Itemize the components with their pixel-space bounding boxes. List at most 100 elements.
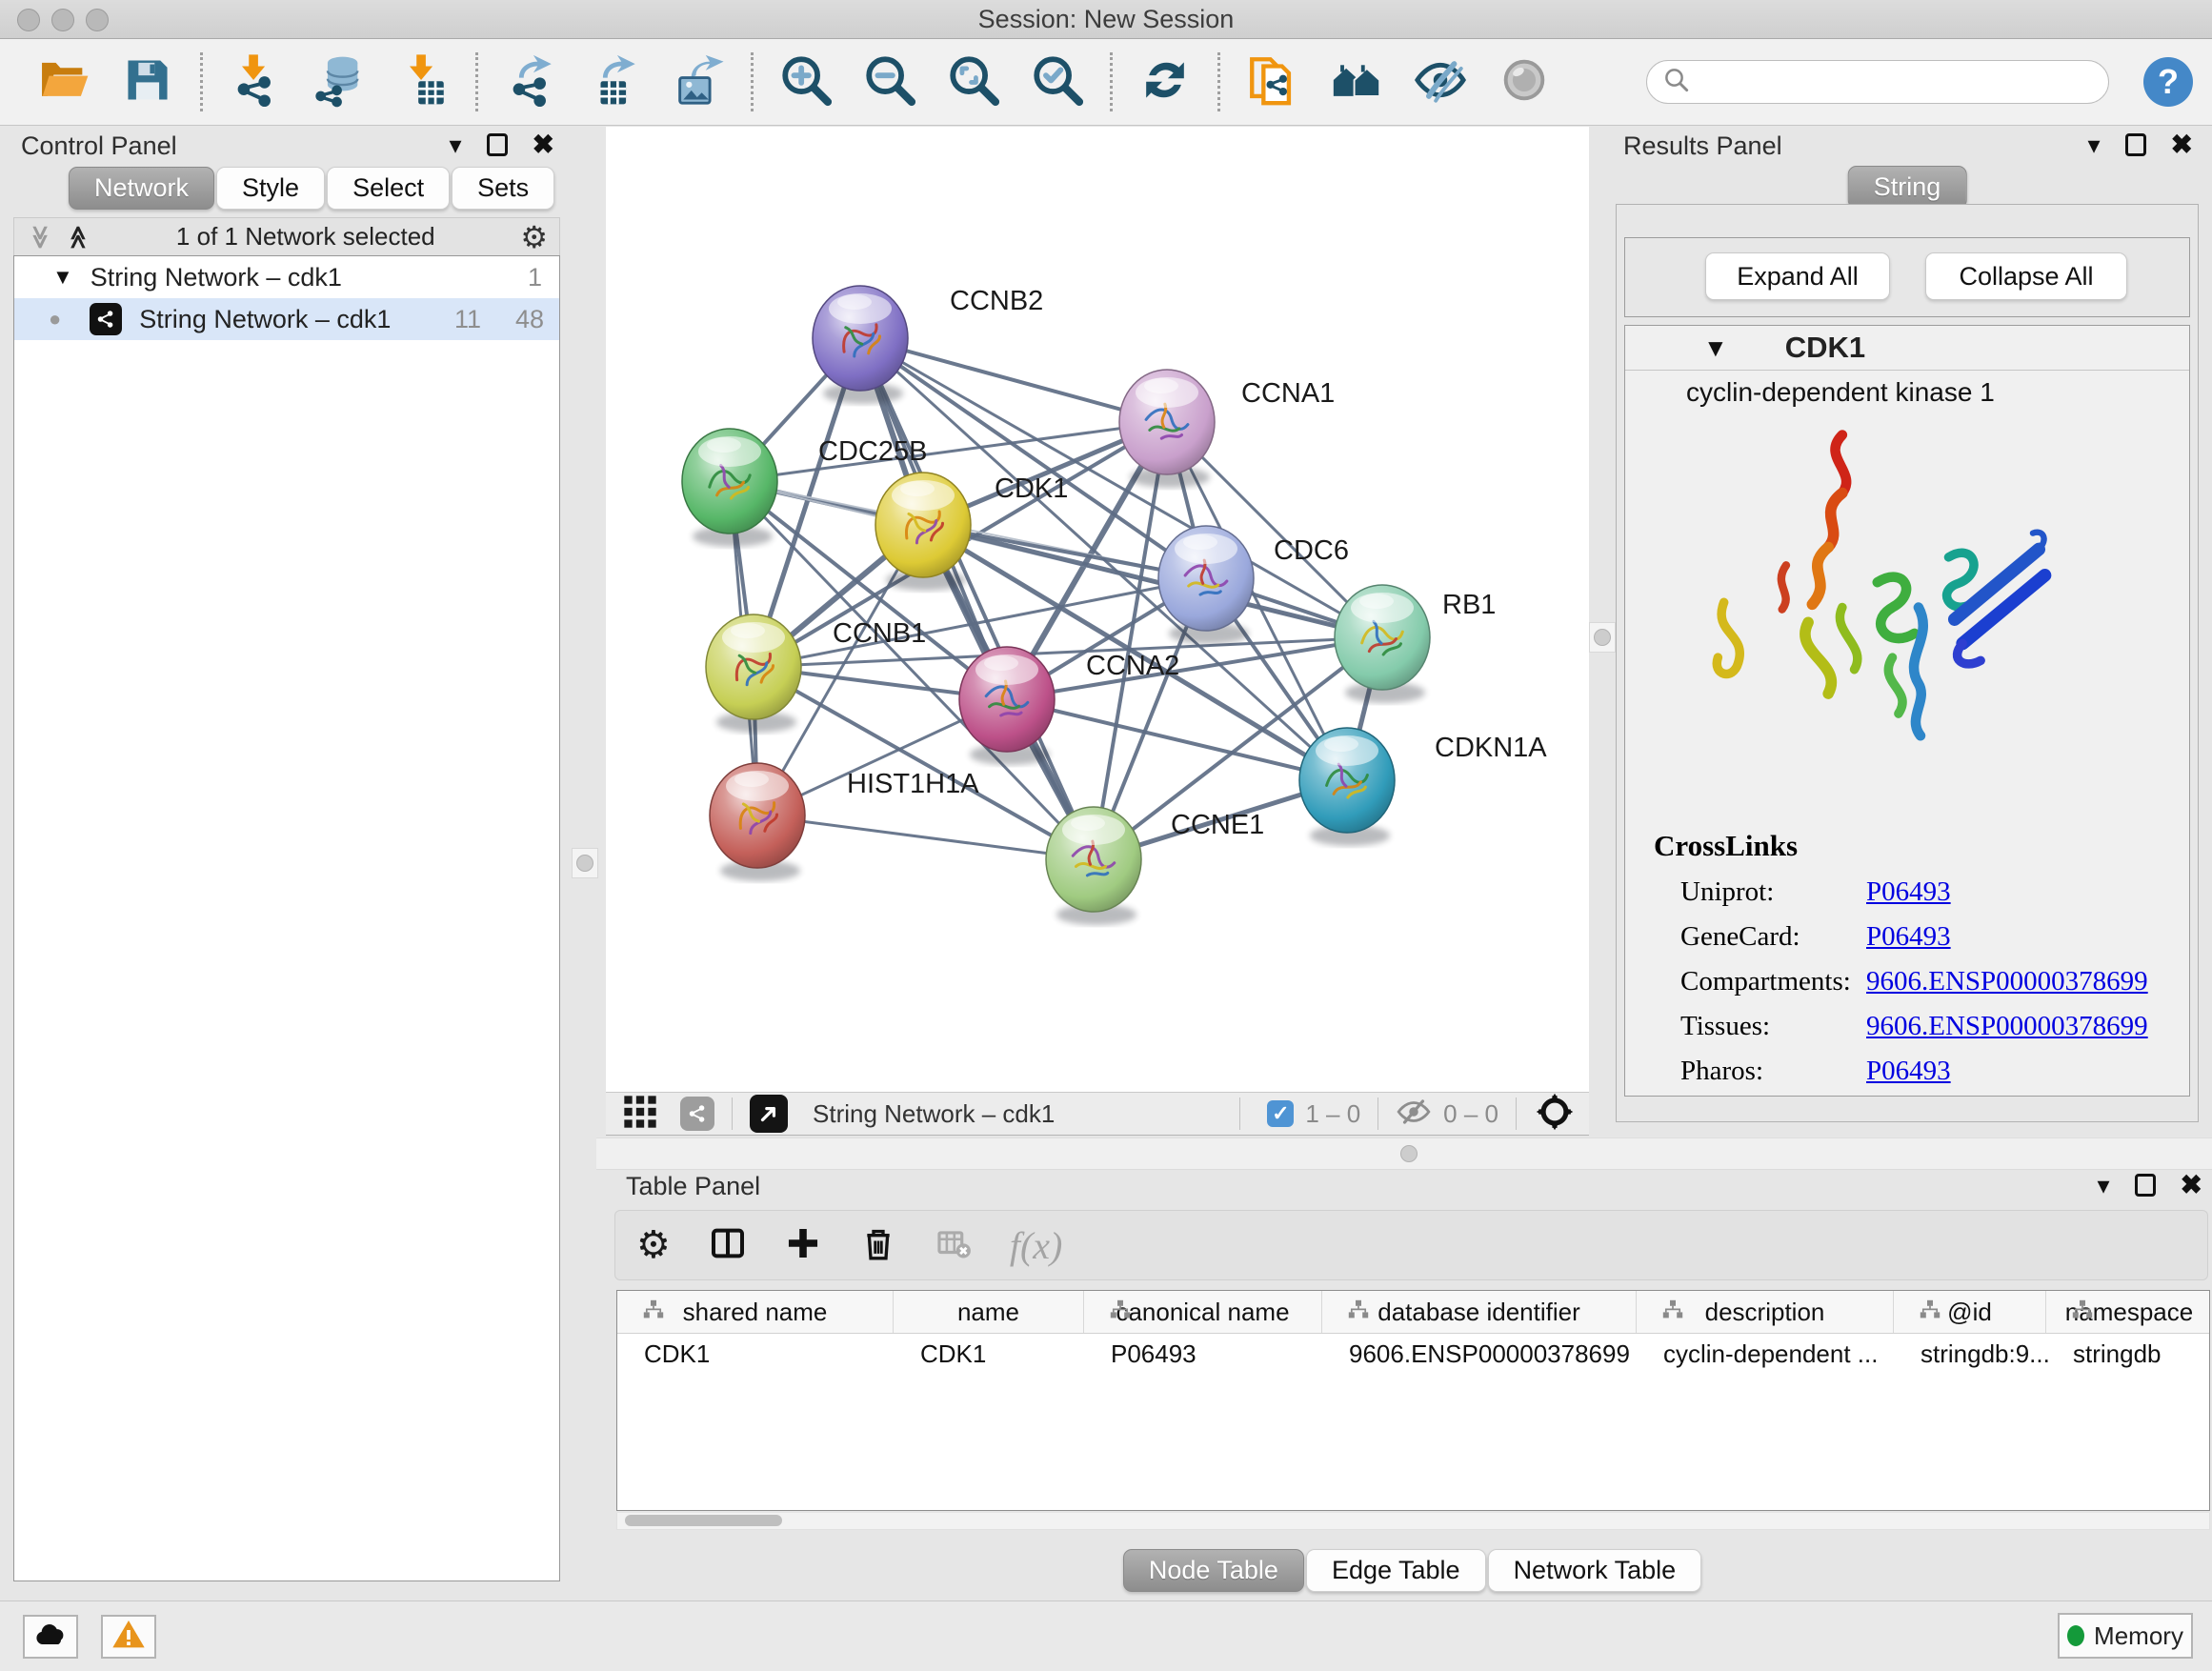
tab-edge-table[interactable]: Edge Table <box>1306 1549 1486 1592</box>
network-collection-row[interactable]: ▼ String Network – cdk1 1 <box>14 256 559 298</box>
float-panel-icon[interactable] <box>2125 133 2146 156</box>
birdseye-view-icon[interactable] <box>750 1095 788 1133</box>
collapse-caret-icon[interactable]: ▼ <box>52 265 73 290</box>
panel-menu-icon[interactable]: ▾ <box>2097 1173 2109 1198</box>
show-all-button[interactable] <box>1497 54 1552 110</box>
results-panel-header: Results Panel ▾ ✖ <box>1612 130 2202 164</box>
node-table: shared namenamecanonical namedatabase id… <box>616 1290 2210 1511</box>
results-buttons-row: Expand All Collapse All <box>1624 237 2190 317</box>
network-edge[interactable] <box>1007 699 1347 780</box>
save-session-button[interactable] <box>120 54 175 110</box>
column-header-canonical-name[interactable]: canonical name <box>1084 1291 1322 1333</box>
apply-layout-button[interactable] <box>1137 54 1193 110</box>
selected-checkbox-icon[interactable]: ✓ <box>1267 1100 1294 1127</box>
import-database-button[interactable] <box>312 54 367 110</box>
crosslink-link[interactable]: 9606.ENSP00000378699 <box>1866 1011 2148 1042</box>
delete-table-icon-disabled <box>935 1225 972 1266</box>
zoom-selected-button[interactable] <box>1030 54 1085 110</box>
crosslink-link[interactable]: P06493 <box>1866 876 1951 908</box>
gene-card-header[interactable]: ▼ CDK1 <box>1625 326 2189 371</box>
memory-button[interactable]: Memory <box>2058 1613 2193 1659</box>
expand-all-networks-icon[interactable]: ≫ <box>68 225 90 249</box>
crosslink-row: GeneCard:P06493 <box>1654 921 2170 953</box>
refresh-icon <box>1137 52 1193 112</box>
import-network-button[interactable] <box>228 54 283 110</box>
collapse-gene-caret-icon[interactable]: ▼ <box>1703 335 1728 360</box>
network-view-type-icon[interactable] <box>680 1097 714 1131</box>
panel-menu-icon[interactable]: ▾ <box>2087 132 2100 157</box>
close-panel-icon[interactable]: ✖ <box>2171 131 2193 158</box>
crosslink-label: Pharos: <box>1680 1056 1866 1087</box>
network-type-icon <box>90 303 122 335</box>
network-row-selected[interactable]: ● String Network – cdk1 11 48 <box>14 298 559 340</box>
horizontal-splitter[interactable] <box>596 1137 2212 1170</box>
crosslinks-title: CrossLinks <box>1654 829 2170 863</box>
splitter-dot[interactable] <box>1400 1145 1418 1162</box>
table-panel-header: Table Panel ▾ ✖ <box>614 1170 2212 1204</box>
tab-sets[interactable]: Sets <box>452 167 554 210</box>
selected-counts: 1 – 0 <box>1305 1099 1360 1129</box>
grid-view-icon[interactable] <box>621 1093 659 1136</box>
automation-status-button[interactable] <box>23 1615 78 1659</box>
panel-menu-icon[interactable]: ▾ <box>449 132 461 157</box>
tab-string[interactable]: String <box>1848 166 1967 209</box>
save-floppy-icon <box>120 52 175 112</box>
column-header-description[interactable]: description <box>1637 1291 1894 1333</box>
float-panel-icon[interactable] <box>487 133 508 156</box>
export-table-button[interactable] <box>587 54 642 110</box>
network-options-gear-icon[interactable]: ⚙ <box>520 222 548 252</box>
crosslink-link[interactable]: P06493 <box>1866 921 1951 953</box>
collapse-all-networks-icon[interactable]: ≫ <box>29 225 51 249</box>
left-splitter-handle[interactable] <box>572 848 598 878</box>
zoom-in-button[interactable] <box>778 54 834 110</box>
add-column-icon[interactable] <box>785 1225 821 1266</box>
column-header-namespace[interactable]: namespace <box>2046 1291 2210 1333</box>
delete-column-trash-icon[interactable] <box>859 1224 897 1267</box>
table-options-gear-icon[interactable]: ⚙ <box>636 1226 671 1264</box>
expand-all-button[interactable]: Expand All <box>1705 252 1890 300</box>
show-columns-icon[interactable] <box>709 1224 747 1267</box>
float-panel-icon[interactable] <box>2135 1174 2156 1197</box>
crosslink-link[interactable]: 9606.ENSP00000378699 <box>1866 966 2148 997</box>
search-input[interactable] <box>1700 68 2093 97</box>
scrollbar-thumb[interactable] <box>625 1515 782 1526</box>
network-canvas[interactable]: CCNB2CCNA1CDC25BCDK1CDC6RB1CCNB1CCNA2CDK… <box>606 127 1589 1092</box>
tab-select[interactable]: Select <box>327 167 450 210</box>
warnings-button[interactable] <box>101 1615 156 1659</box>
table-row[interactable]: CDK1CDK1P064939606.ENSP00000378699cyclin… <box>617 1334 2209 1374</box>
copy-network-button[interactable] <box>1245 54 1300 110</box>
hide-selected-button[interactable] <box>1413 54 1468 110</box>
collapse-all-button[interactable]: Collapse All <box>1925 252 2127 300</box>
column-header-shared-name[interactable]: shared name <box>617 1291 894 1333</box>
tab-network[interactable]: Network <box>69 167 214 210</box>
open-session-button[interactable] <box>36 54 91 110</box>
pan-crosshair-icon[interactable] <box>1534 1091 1576 1137</box>
close-panel-icon[interactable]: ✖ <box>533 131 554 158</box>
node-label: CCNE1 <box>1171 810 1264 840</box>
tab-node-table[interactable]: Node Table <box>1123 1549 1304 1592</box>
tab-network-table[interactable]: Network Table <box>1488 1549 1702 1592</box>
main-toolbar: ? <box>0 39 2212 126</box>
zoom-fit-button[interactable] <box>946 54 1001 110</box>
export-network-button[interactable] <box>503 54 558 110</box>
tab-style[interactable]: Style <box>216 167 325 210</box>
network-edge[interactable] <box>757 815 1094 859</box>
crosslink-link[interactable]: P06493 <box>1866 1056 1951 1087</box>
table-cell: stringdb <box>2046 1334 2210 1374</box>
lens-icon <box>1497 52 1552 112</box>
table-hscrollbar[interactable] <box>616 1513 2210 1530</box>
first-neighbors-button[interactable] <box>1329 54 1384 110</box>
close-panel-icon[interactable]: ✖ <box>2181 1172 2202 1198</box>
help-button[interactable]: ? <box>2143 57 2193 107</box>
column-header-database-identifier[interactable]: database identifier <box>1322 1291 1637 1333</box>
column-header--id[interactable]: @id <box>1894 1291 2046 1333</box>
function-builder-icon: f(x) <box>1010 1223 1063 1268</box>
import-table-button[interactable] <box>395 54 451 110</box>
export-image-button[interactable] <box>671 54 726 110</box>
column-header-name[interactable]: name <box>894 1291 1084 1333</box>
network-graph: CCNB2CCNA1CDC25BCDK1CDC6RB1CCNB1CCNA2CDK… <box>606 127 1589 1092</box>
status-bar: Memory <box>0 1601 2212 1671</box>
zoom-out-button[interactable] <box>862 54 917 110</box>
table-cell: CDK1 <box>894 1334 1084 1374</box>
window-title: Session: New Session <box>0 5 2212 34</box>
